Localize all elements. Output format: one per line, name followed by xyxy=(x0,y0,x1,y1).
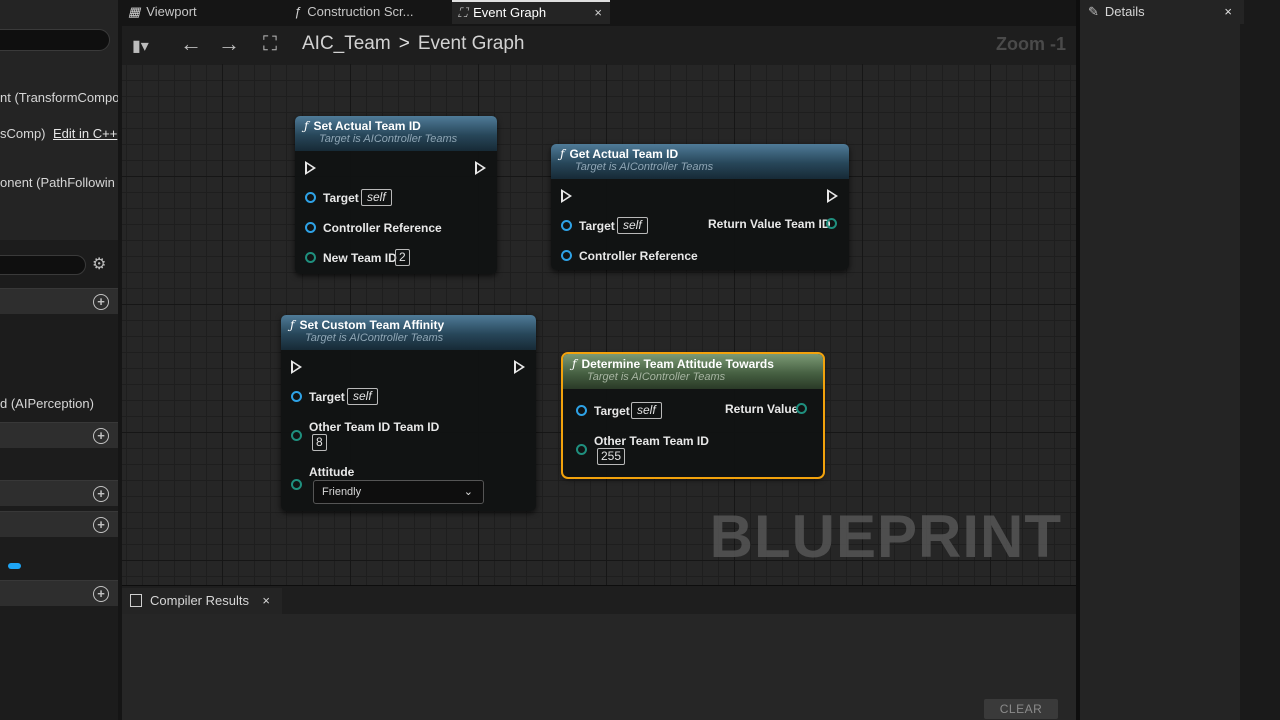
target-value[interactable]: self xyxy=(631,402,662,419)
exec-out-pin[interactable] xyxy=(475,161,486,175)
details-body xyxy=(1080,24,1240,720)
blueprint-watermark: BLUEPRINT xyxy=(709,503,1062,570)
graph-icon: ⛶ xyxy=(458,5,468,20)
target-pin[interactable] xyxy=(305,192,316,203)
tab-event-graph[interactable]: ⛶ Event Graph × xyxy=(452,0,610,24)
component-item-pathfollowing[interactable]: onent (PathFollowin xyxy=(0,175,115,190)
node-set-actual-team-id[interactable]: ƒ Set Actual Team ID Target is AIControll… xyxy=(295,116,497,274)
hierarchy-icon: ⛶ xyxy=(263,33,277,55)
add-graph-button[interactable]: + xyxy=(93,294,109,310)
my-blueprint-search-input[interactable] xyxy=(0,255,86,275)
function-icon: ƒ xyxy=(304,119,309,133)
zoom-level: Zoom -1 xyxy=(996,34,1066,54)
compiler-results-list xyxy=(122,614,1076,720)
close-icon[interactable]: × xyxy=(1224,0,1232,24)
target-pin[interactable] xyxy=(291,391,302,402)
back-arrow-icon[interactable]: ← xyxy=(180,31,202,57)
close-icon[interactable]: × xyxy=(262,588,270,614)
other-team-id-pin[interactable] xyxy=(291,430,302,441)
node-get-actual-team-id[interactable]: ƒ Get Actual Team ID Target is AIControll… xyxy=(551,144,849,270)
return-value-pin[interactable] xyxy=(796,403,807,414)
node-header: ƒ Set Custom Team Affinity Target is AICo… xyxy=(281,315,536,350)
node-set-custom-team-affinity[interactable]: ƒ Set Custom Team Affinity Target is AICo… xyxy=(281,315,536,511)
add-macro-button[interactable]: + xyxy=(93,428,109,444)
exec-in-pin[interactable] xyxy=(305,161,316,175)
function-icon: ƒ xyxy=(290,318,295,332)
component-item-teams[interactable]: sComp) xyxy=(0,126,46,141)
section-macros: + xyxy=(0,422,118,448)
edit-in-cpp-link[interactable]: Edit in C++ xyxy=(53,126,117,141)
compiler-results-panel: Compiler Results × CLEAR xyxy=(122,585,1076,720)
clear-button[interactable]: CLEAR xyxy=(984,699,1058,719)
function-icon: ƒ xyxy=(294,4,302,19)
breadcrumb-root[interactable]: AIC_Team xyxy=(302,33,391,54)
target-value[interactable]: self xyxy=(347,388,378,405)
function-icon: ƒ xyxy=(560,147,565,161)
new-team-id-pin[interactable] xyxy=(305,252,316,263)
pencil-icon: ✎ xyxy=(1088,4,1099,19)
chevron-down-icon: ⌄ xyxy=(463,486,473,498)
target-pin[interactable] xyxy=(576,405,587,416)
breadcrumb: AIC_Team > Event Graph xyxy=(302,33,524,55)
details-panel: ✎ Details × xyxy=(1076,0,1280,720)
close-icon[interactable]: × xyxy=(594,2,602,23)
exec-in-pin[interactable] xyxy=(561,189,572,203)
tab-construction-script[interactable]: ƒ Construction Scr... xyxy=(294,0,444,24)
gear-icon[interactable]: ⚙ xyxy=(92,256,106,274)
controller-reference-pin[interactable] xyxy=(305,222,316,233)
node-header: ƒ Get Actual Team ID Target is AIControll… xyxy=(551,144,849,179)
node-header: ƒ Determine Team Attitude Towards Target … xyxy=(563,354,823,389)
viewport-icon: ▦ xyxy=(128,4,141,19)
breadcrumb-leaf: Event Graph xyxy=(417,33,525,54)
event-graph-canvas[interactable]: ƒ Set Actual Team ID Target is AIControll… xyxy=(122,64,1076,585)
compiler-results-icon xyxy=(130,594,142,607)
controller-reference-pin[interactable] xyxy=(561,250,572,261)
function-icon: ƒ xyxy=(572,357,577,371)
node-header: ƒ Set Actual Team ID Target is AIControll… xyxy=(295,116,497,151)
exec-out-pin[interactable] xyxy=(827,189,838,203)
section-functions: + xyxy=(0,511,118,537)
node-determine-team-attitude[interactable]: ƒ Determine Team Attitude Towards Target … xyxy=(561,352,825,479)
section-variables: + xyxy=(0,480,118,506)
add-variable-button[interactable]: + xyxy=(93,486,109,502)
tab-compiler-results[interactable]: Compiler Results × xyxy=(122,588,282,614)
other-team-id-value[interactable]: 255 xyxy=(597,448,626,465)
target-pin[interactable] xyxy=(561,220,572,231)
add-dispatcher-button[interactable]: + xyxy=(93,586,109,602)
return-value-pin[interactable] xyxy=(826,218,837,229)
other-team-id-pin[interactable] xyxy=(576,444,587,455)
exec-in-pin[interactable] xyxy=(291,360,302,374)
components-panel: nt (TransformCompo sComp) Edit in C++ on… xyxy=(0,0,118,720)
editor-tab-bar: ▦ Viewport ƒ Construction Scr... ⛶ Event Gr… xyxy=(118,0,1076,26)
other-team-id-value[interactable]: 8 xyxy=(312,434,327,451)
variable-type-pill[interactable] xyxy=(8,563,21,569)
add-function-button[interactable]: + xyxy=(93,517,109,533)
target-value[interactable]: self xyxy=(361,189,392,206)
components-search-input[interactable] xyxy=(0,29,110,51)
attitude-dropdown[interactable]: Friendly ⌄ xyxy=(313,480,484,504)
event-item-perception[interactable]: d (AIPerception) xyxy=(0,396,94,411)
tab-details[interactable]: ✎ Details × xyxy=(1080,0,1244,24)
tab-viewport[interactable]: ▦ Viewport xyxy=(128,0,278,24)
section-graphs: + xyxy=(0,288,118,314)
section-dispatchers: + xyxy=(0,580,118,606)
breadcrumb-separator: > xyxy=(398,33,410,54)
forward-arrow-icon[interactable]: → xyxy=(218,31,240,57)
graph-toolbar: ▮▾ ← → ⛶ AIC_Team > Event Graph Zoom -1 xyxy=(122,26,1076,64)
target-value[interactable]: self xyxy=(617,217,648,234)
new-team-id-value[interactable]: 2 xyxy=(395,249,410,266)
attitude-pin[interactable] xyxy=(291,479,302,490)
exec-out-pin[interactable] xyxy=(514,360,525,374)
bookmark-icon[interactable]: ▮▾ xyxy=(132,36,149,56)
component-item-transform[interactable]: nt (TransformCompo xyxy=(0,90,118,105)
